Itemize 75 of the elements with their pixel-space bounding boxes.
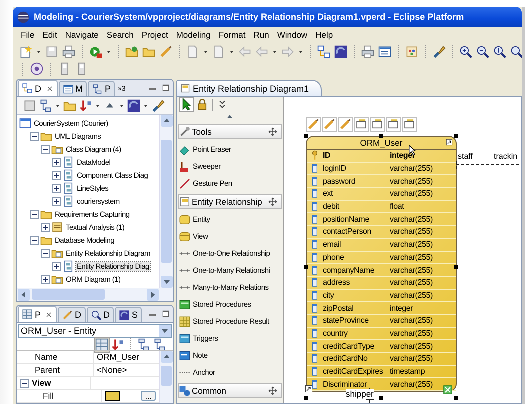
column-name: city [323,290,336,300]
palette-group-header[interactable]: Common [178,383,282,398]
property-name: Name [31,351,94,363]
column-type: varchar(255) [390,266,433,275]
column-name: creditCardNo [323,354,369,364]
column-type: varchar(255) [390,342,433,351]
connector-label: trackin [494,152,518,161]
menu-item[interactable]: Edit [38,28,62,42]
column-name: loginID [323,164,348,174]
panel-tab[interactable]: P [88,81,116,96]
column-type: varchar(255) [390,252,433,262]
column-type: varchar(255) [390,214,433,224]
column-name: creditCardType [323,342,376,351]
edit-button[interactable]: ... [141,391,156,401]
property-name: Fill [31,390,102,402]
column-name: password [323,176,357,186]
connector-label: staff [458,152,473,161]
column-type: varchar(255) [390,316,433,326]
group-label: Entity Relationship [192,196,264,206]
menu-item[interactable]: Run [250,28,274,42]
palette-group-header[interactable]: Tools [178,124,282,139]
property-name: Parent [31,364,94,376]
menu-item[interactable]: Search [102,28,138,42]
column-name: country [323,328,349,338]
column-type: varchar(255) [390,354,433,364]
menu-item[interactable]: Window [273,28,312,42]
column-name: creditCardExpires [323,367,384,376]
column-name: phone [323,252,346,262]
group-label: Common [192,386,228,396]
property-value[interactable]: ORM_User [97,352,140,362]
entity-name: ORM_User [360,138,403,148]
column-type: integer [390,151,416,160]
column-type: varchar(255) [390,227,433,236]
panel-tab[interactable]: D [18,80,58,96]
palette-group-header[interactable]: Entity Relationship [178,194,282,209]
connector-label: shipper [346,389,374,399]
column-type: varchar(255) [390,176,433,186]
column-type: varchar(255) [390,189,433,198]
panel-tab[interactable]: P [18,306,58,322]
menu-item[interactable]: Modeling [172,28,215,42]
property-name: View [31,377,91,389]
panel-tab[interactable]: S [115,307,142,322]
column-name: debit [323,202,340,212]
column-name: address [323,278,352,288]
column-name: companyName [323,266,376,275]
menu-item[interactable]: File [17,28,39,42]
menu-item[interactable]: Project [138,28,172,42]
menu-item[interactable]: Format [214,28,250,42]
column-type: varchar(255) [390,290,433,300]
column-name: contactPerson [323,227,373,236]
column-type: varchar(255) [390,164,433,174]
element-selector[interactable]: ORM_User - Entity [18,324,172,338]
column-type: varchar(255) [390,328,433,338]
column-type: float [390,202,404,212]
panel-tab[interactable]: D [58,307,86,322]
editor-tab[interactable]: Entity Relationship Diagram1 [176,80,322,96]
property-value[interactable]: <None> [97,365,128,375]
column-name: positionName [323,214,371,224]
column-name: ID [323,151,332,160]
panel-tab[interactable]: M [58,81,87,96]
column-name: ext [323,189,334,198]
column-type: integer [390,304,414,313]
panel-tab[interactable]: D [86,307,114,322]
column-name: zipPostal [323,304,355,313]
group-label: Tools [192,126,213,136]
column-type: varchar(255) [390,380,433,389]
column-name: stateProvince [323,316,370,326]
window-title: Modeling - CourierSystem/vpproject/diagrams/Entity Relationship Diagram1.vperd - Eclipse Platform [34,12,464,22]
menu-item[interactable]: Navigate [61,28,103,42]
menu-item[interactable]: Help [312,28,338,42]
column-type: timestamp [390,367,426,376]
column-name: Discriminator [323,380,368,389]
column-type: varchar(255) [390,240,433,250]
column-name: email [323,240,342,250]
column-type: varchar(255) [390,278,433,288]
